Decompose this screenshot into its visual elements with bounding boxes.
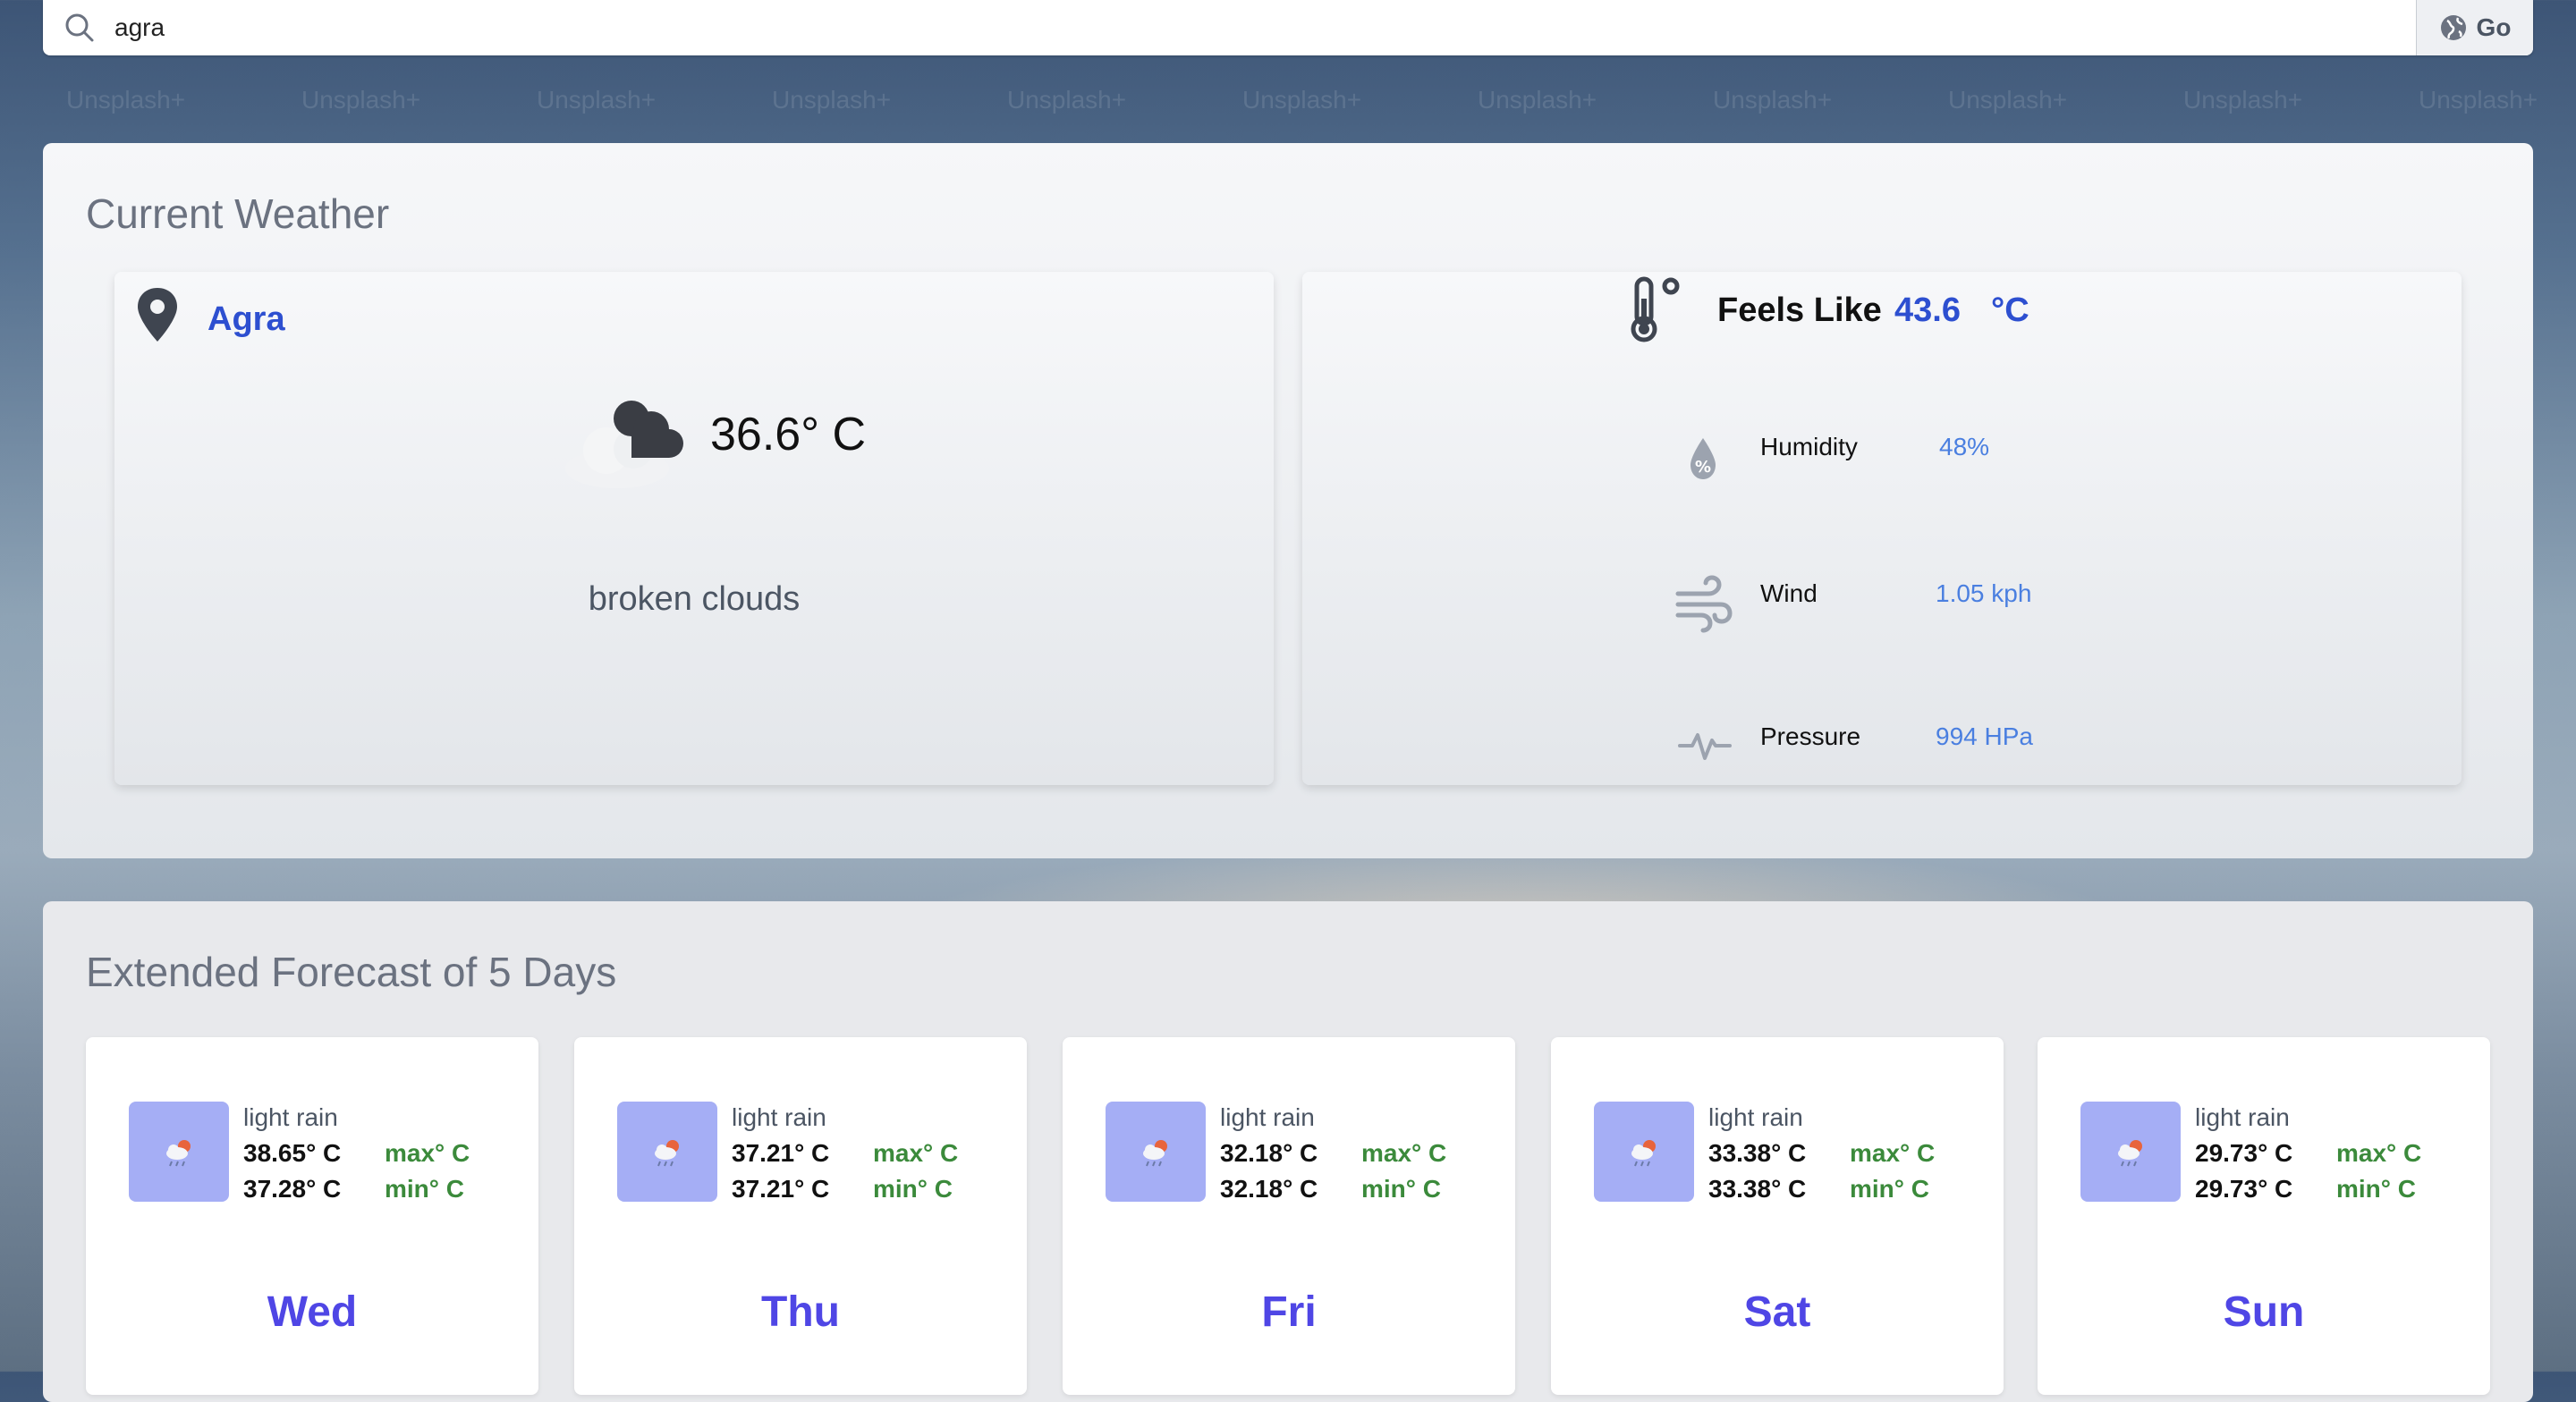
forecast-day: Sun: [2223, 1288, 2305, 1336]
forecast-max: 33.38° C: [1708, 1139, 1807, 1167]
search-icon: [65, 13, 94, 42]
forecast-min: 37.21° C: [732, 1175, 830, 1203]
svg-text:%: %: [1695, 458, 1711, 477]
forecast-desc: light rain: [243, 1103, 338, 1131]
current-temperature: 36.6° C: [710, 409, 867, 460]
forecast-max-label: max° C: [2336, 1139, 2422, 1167]
forecast-desc: light rain: [1220, 1103, 1315, 1131]
forecast-min-label: min° C: [1850, 1175, 1929, 1203]
pulse-icon: [1678, 733, 1732, 760]
forecast-day: Wed: [267, 1288, 358, 1336]
broken-clouds-icon: [565, 401, 683, 488]
forecast-max: 29.73° C: [2195, 1139, 2293, 1167]
light-rain-icon: [166, 1140, 191, 1167]
forecast-min: 37.28° C: [243, 1175, 342, 1203]
pressure-label: Pressure: [1760, 722, 1861, 750]
current-weather-title: Current Weather: [86, 190, 390, 237]
feels-like-label: Feels Like: [1717, 291, 1882, 329]
wind-value: 1.05 kph: [1936, 579, 2032, 607]
forecast-icon-box: [617, 1102, 717, 1202]
forecast-min: 32.18° C: [1220, 1175, 1318, 1203]
forecast-min: 29.73° C: [2195, 1175, 2293, 1203]
light-rain-icon: [1631, 1140, 1656, 1167]
watermark: Unsplash+: [1713, 86, 1833, 114]
location-card: Agra 36.6° C broken clouds: [114, 272, 1274, 785]
watermark: Unsplash+: [2183, 86, 2303, 114]
watermark-row: Unsplash+ Unsplash+ Unsplash+ Unsplash+ …: [0, 86, 2576, 122]
light-rain-icon: [655, 1140, 679, 1167]
feels-like-value: 43.6: [1894, 291, 1961, 329]
humidity-drop-icon: %: [1690, 438, 1716, 479]
forecast-icon-box: [1594, 1102, 1694, 1202]
wind-icon: [1675, 575, 1733, 633]
forecast-min-label: min° C: [2336, 1175, 2416, 1203]
thermometer-icon: [1631, 276, 1680, 342]
forecast-card: light rain 37.21° C 37.21° C max° C min°…: [574, 1037, 1027, 1395]
forecast-card: light rain 38.65° C 37.28° C max° C min°…: [86, 1037, 538, 1395]
forecast-card: light rain 32.18° C 32.18° C max° C min°…: [1063, 1037, 1515, 1395]
forecast-max: 38.65° C: [243, 1139, 342, 1167]
forecast-max: 32.18° C: [1220, 1139, 1318, 1167]
forecast-desc: light rain: [1708, 1103, 1803, 1131]
forecast-max-label: max° C: [1850, 1139, 1936, 1167]
forecast-desc: light rain: [732, 1103, 826, 1131]
city-name: Agra: [208, 300, 285, 338]
watermark: Unsplash+: [301, 86, 421, 114]
forecast-max-label: max° C: [873, 1139, 959, 1167]
forecast-icon-box: [2080, 1102, 2181, 1202]
forecast-card: light rain 33.38° C 33.38° C max° C min°…: [1551, 1037, 2004, 1395]
forecast-day: Fri: [1261, 1288, 1317, 1336]
forecast-day: Thu: [761, 1288, 840, 1336]
location-pin-icon: [138, 288, 177, 342]
feels-like-unit: °C: [1991, 291, 2029, 329]
humidity-label: Humidity: [1760, 433, 1858, 460]
watermark: Unsplash+: [537, 86, 657, 114]
wind-label: Wind: [1760, 579, 1818, 607]
watermark: Unsplash+: [772, 86, 892, 114]
watermark: Unsplash+: [1478, 86, 1597, 114]
forecast-icon-box: [1106, 1102, 1206, 1202]
watermark: Unsplash+: [66, 86, 186, 114]
watermark: Unsplash+: [1242, 86, 1362, 114]
go-label: Go: [2476, 13, 2512, 41]
go-button[interactable]: Go: [2416, 0, 2533, 55]
forecast-min: 33.38° C: [1708, 1175, 1807, 1203]
light-rain-icon: [1143, 1140, 1167, 1167]
watermark: Unsplash+: [2419, 86, 2538, 114]
search-bar: Go: [43, 0, 2533, 55]
pressure-value: 994 HPa: [1936, 722, 2033, 750]
forecast-desc: light rain: [2195, 1103, 2290, 1131]
forecast-min-label: min° C: [1361, 1175, 1441, 1203]
forecast-card: light rain 29.73° C 29.73° C max° C min°…: [2038, 1037, 2490, 1395]
light-rain-icon: [2118, 1140, 2142, 1167]
forecast-title: Extended Forecast of 5 Days: [86, 949, 617, 995]
forecast-min-label: min° C: [385, 1175, 464, 1203]
forecast-icon-box: [129, 1102, 229, 1202]
humidity-value: 48%: [1939, 433, 1990, 460]
forecast-max-label: max° C: [1361, 1139, 1447, 1167]
forecast-min-label: min° C: [873, 1175, 953, 1203]
globe-icon: [2440, 15, 2466, 40]
weather-description: broken clouds: [588, 580, 801, 618]
forecast-max: 37.21° C: [732, 1139, 830, 1167]
forecast-day: Sat: [1743, 1288, 1811, 1336]
current-weather-panel: Current Weather Agra 36.6° C broken clou…: [43, 143, 2533, 858]
watermark: Unsplash+: [1007, 86, 1127, 114]
forecast-max-label: max° C: [385, 1139, 470, 1167]
details-card: [1302, 272, 2462, 785]
watermark: Unsplash+: [1948, 86, 2068, 114]
search-input[interactable]: [113, 7, 2352, 48]
